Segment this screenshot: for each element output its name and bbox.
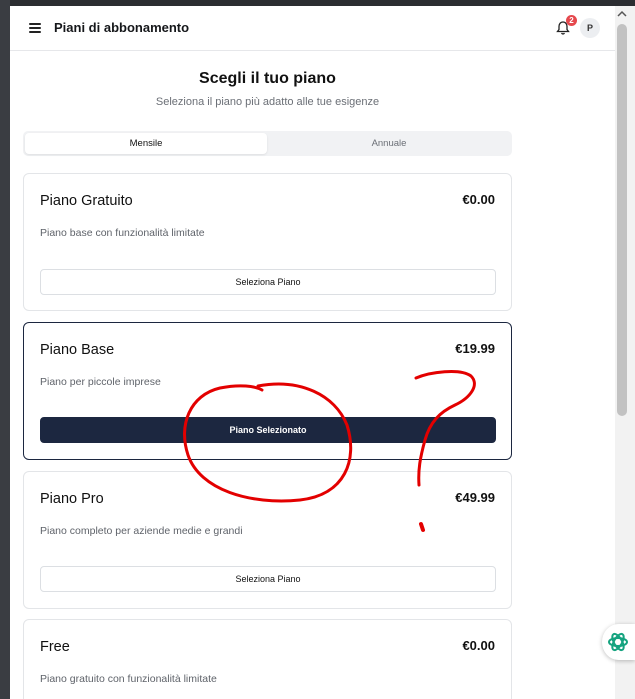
billing-period-toggle: Mensile Annuale [23,131,512,156]
notification-badge: 2 [566,15,577,26]
plan-name: Piano Pro [40,491,104,507]
selected-plan-button[interactable]: Piano Selezionato [40,417,496,443]
page-subtitle: Seleziona il piano più adatto alle tue e… [155,96,380,108]
plan-description: Piano per piccole imprese [40,376,161,388]
plan-price: €49.99 [455,490,495,505]
plan-description: Piano gratuito con funzionalità limitate [40,673,217,685]
plan-price: €19.99 [455,341,495,356]
plan-card-base: Piano Base €19.99 Piano per piccole impr… [23,322,512,460]
plan-card-pro: Piano Pro €49.99 Piano completo per azie… [23,471,512,609]
menu-icon[interactable] [29,23,41,33]
page-title: Scegli il tuo piano [199,70,336,87]
plan-card-gratuito: Piano Gratuito €0.00 Piano base con funz… [23,173,512,311]
tab-annuale[interactable]: Annuale [268,133,510,154]
tab-mensile[interactable]: Mensile [25,133,267,154]
select-plan-button[interactable]: Seleziona Piano [40,566,496,592]
app-window: Piani di abbonamento 2 P Scegli il tuo p… [10,6,615,699]
avatar[interactable]: P [580,18,600,38]
plan-name: Piano Base [40,342,115,358]
plan-name: Piano Gratuito [40,193,133,209]
plan-description: Piano completo per aziende medie e grand… [40,525,243,537]
plan-card-free: Free €0.00 Piano gratuito con funzionali… [23,619,512,699]
plan-price: €0.00 [462,638,495,653]
top-bar: Piani di abbonamento 2 P [10,6,615,51]
scroll-up-arrow-icon[interactable] [617,9,627,19]
scrollbar-thumb[interactable] [617,24,627,416]
window-left-edge [0,0,10,699]
assistant-icon[interactable] [602,624,635,660]
plan-name: Free [40,639,70,655]
plan-description: Piano base con funzionalità limitate [40,227,205,239]
header-title: Piani di abbonamento [54,20,190,35]
plan-price: €0.00 [462,192,495,207]
select-plan-button[interactable]: Seleziona Piano [40,269,496,295]
